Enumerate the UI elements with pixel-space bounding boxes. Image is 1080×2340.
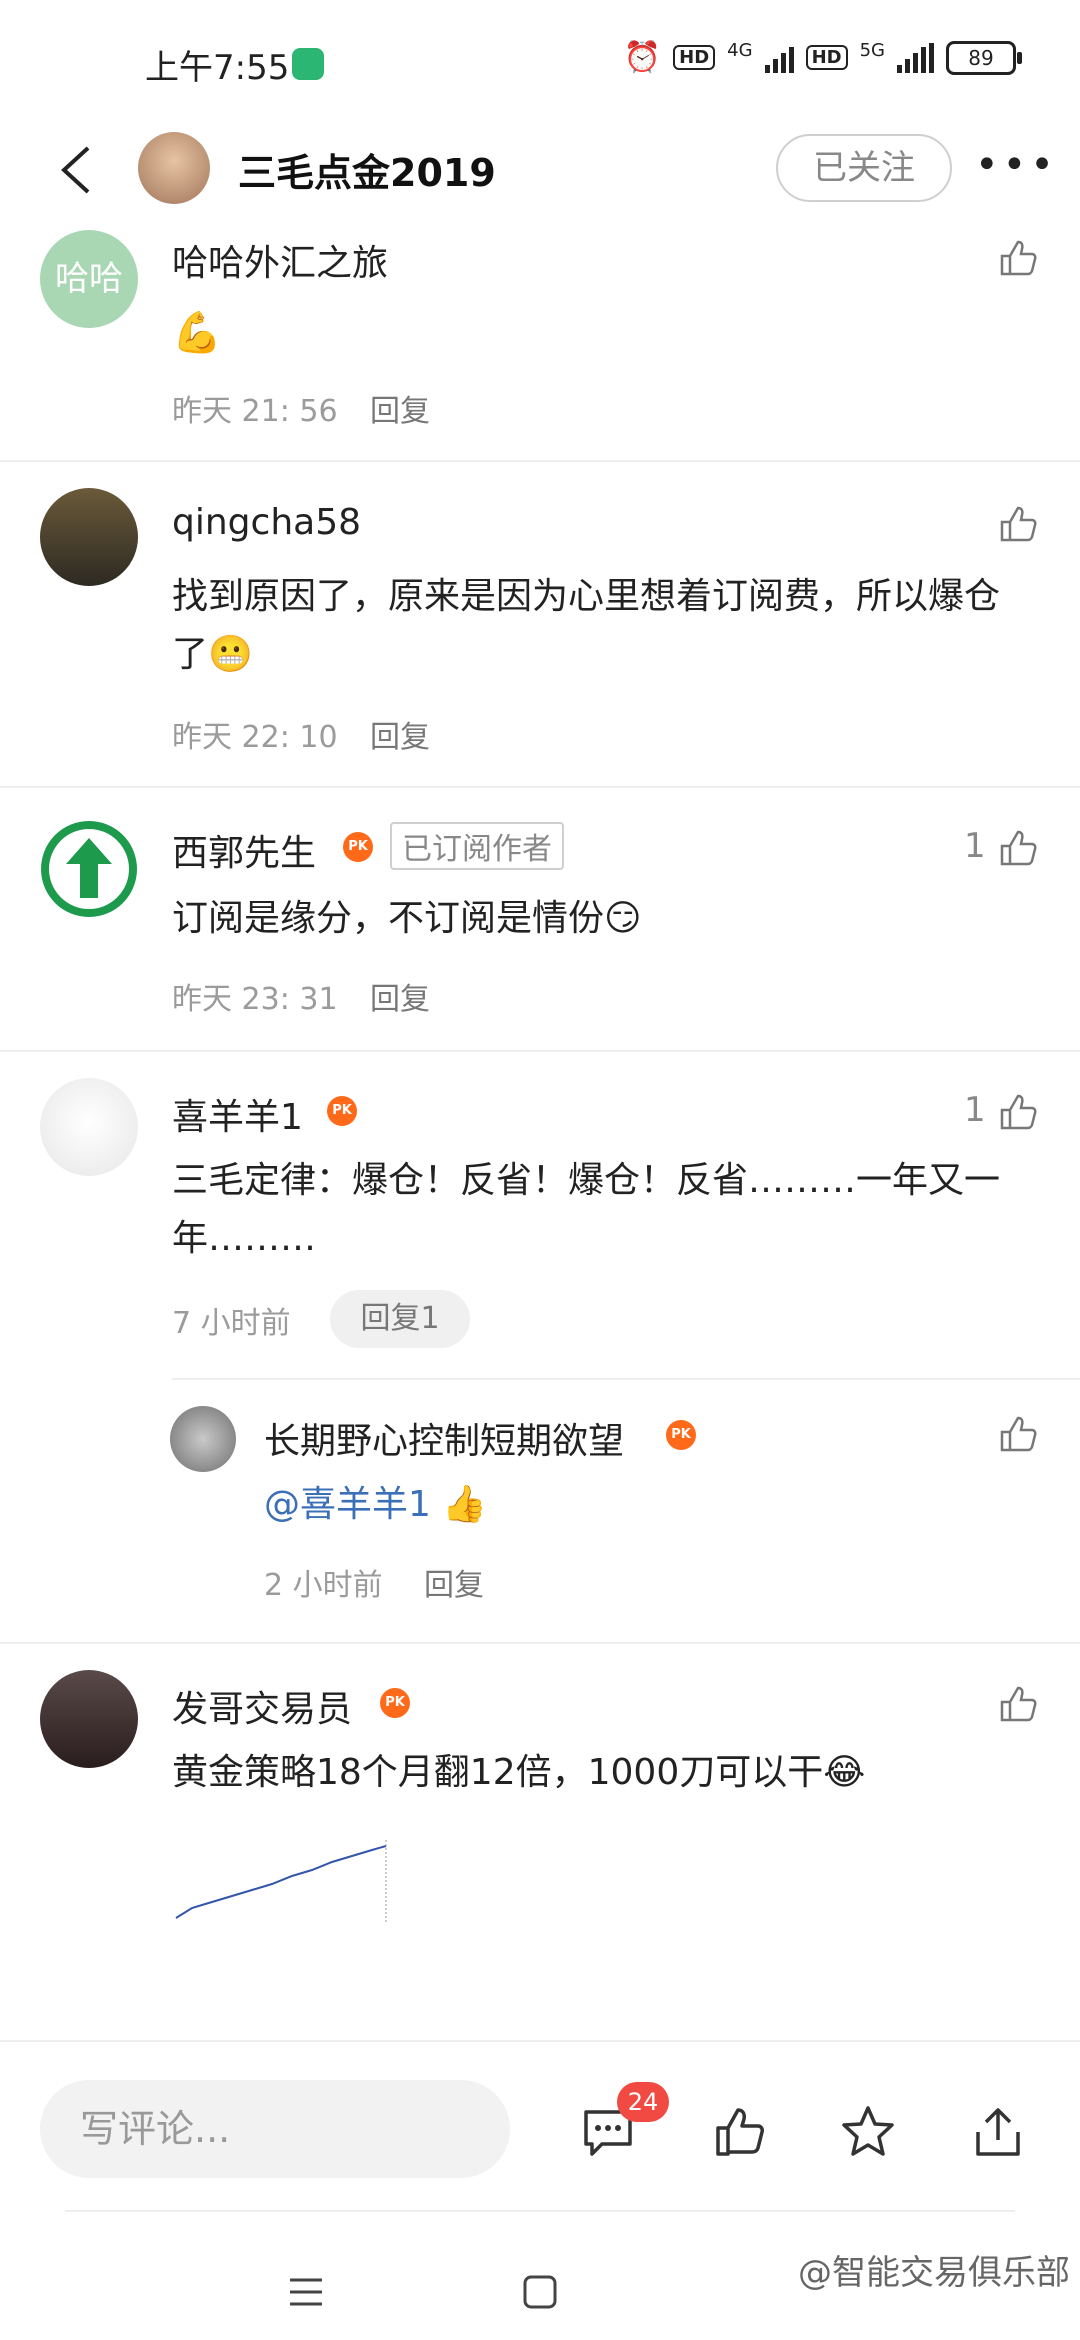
subscriber-badge: 已订阅作者	[390, 822, 564, 870]
net-label-2: 5G	[859, 40, 885, 61]
battery-icon: 89	[946, 40, 1022, 75]
comment-time: 昨天 23: 31	[172, 982, 338, 1017]
comment-item: qingcha58 找到原因了，原来是因为心里想着订阅费，所以爆仓了😬 昨天 2…	[0, 462, 1080, 786]
reply-button[interactable]: 回复	[370, 386, 430, 430]
menu-icon[interactable]	[288, 2274, 324, 2310]
like-count: 1	[964, 1090, 986, 1130]
divider	[65, 2210, 1015, 2212]
comment-text: @喜羊羊1 👍	[264, 1476, 487, 1534]
status-bar: 上午7:55 ⏰ HD 4G HD 5G 89	[0, 0, 1080, 120]
avatar[interactable]	[170, 1406, 236, 1472]
comment-input[interactable]: 写评论...	[40, 2080, 510, 2178]
commenter-name[interactable]: 发哥交易员	[172, 1680, 352, 1732]
battery-level: 89	[968, 45, 994, 70]
page-title: 三毛点金2019	[238, 151, 496, 195]
pk-fire-icon: PK	[343, 832, 373, 862]
star-icon[interactable]	[840, 2104, 896, 2160]
status-icons: ⏰ HD 4G HD 5G 89	[623, 40, 1022, 75]
thumbs-up-icon[interactable]	[712, 2104, 768, 2160]
comment-item: 西郭先生 PK 已订阅作者 1 订阅是缘分，不订阅是情份😏 昨天 23: 31 …	[0, 788, 1080, 1050]
watermark: @智能交易俱乐部	[798, 2253, 1070, 2293]
comment-time: 2 小时前	[264, 1568, 383, 1603]
mention-link[interactable]: @喜羊羊1	[264, 1484, 431, 1525]
thumbs-up-icon[interactable]	[998, 1414, 1038, 1454]
reply-button[interactable]: 回复	[370, 712, 430, 756]
thumbs-up-icon[interactable]	[998, 238, 1038, 278]
commenter-name[interactable]: 西郭先生	[172, 824, 316, 876]
more-icon[interactable]: •••	[975, 142, 1058, 188]
comment-time: 昨天 21: 56	[172, 394, 338, 429]
reply-button[interactable]: 回复1	[330, 1290, 470, 1348]
thumbs-up-icon[interactable]	[998, 1092, 1038, 1132]
comment-emoji: 👍	[442, 1484, 488, 1525]
share-icon[interactable]	[970, 2104, 1026, 2160]
divider	[172, 1378, 1080, 1380]
home-icon[interactable]	[522, 2274, 558, 2310]
thumbs-up-icon[interactable]	[998, 504, 1038, 544]
avatar[interactable]	[40, 1670, 138, 1768]
reply-button[interactable]: 回复	[424, 1560, 484, 1604]
thumbs-up-icon[interactable]	[998, 828, 1038, 868]
follow-button[interactable]: 已关注	[776, 134, 952, 202]
comment-text: 黄金策略18个月翻12倍，1000刀可以干😂	[172, 1752, 866, 1793]
comment-count-badge: 24	[617, 2082, 669, 2122]
hd-icon-2: HD	[805, 45, 848, 70]
comment-item: 发哥交易员 PK 黄金策略18个月翻12倍，1000刀可以干😂	[0, 1644, 1080, 2024]
comment-item: 喜羊羊1 PK 1 三毛定律：爆仓！反省！爆仓！反省………一年又一年……… 7 …	[0, 1052, 1080, 1642]
pk-fire-icon: PK	[666, 1420, 696, 1450]
net-label-1: 4G	[727, 40, 753, 61]
commenter-name[interactable]: qingcha58	[172, 502, 361, 543]
avatar[interactable]	[40, 488, 138, 586]
like-count: 1	[964, 826, 986, 866]
comment-time: 7 小时前	[172, 1306, 291, 1341]
alarm-icon: ⏰	[623, 40, 662, 75]
status-time: 上午7:55	[145, 48, 290, 88]
bottom-bar: 写评论...	[0, 2040, 1080, 2178]
strategy-chart-thumbnail[interactable]	[172, 1826, 392, 1926]
back-arrow-icon[interactable]	[50, 140, 110, 200]
comment-time: 昨天 22: 10	[172, 720, 338, 755]
signal-icon-2	[897, 42, 934, 73]
comment-text: 三毛定律：爆仓！反省！爆仓！反省………一年又一年………	[172, 1160, 1001, 1259]
author-avatar[interactable]	[138, 132, 210, 204]
signal-icon	[764, 43, 794, 73]
avatar[interactable]	[40, 820, 138, 918]
app-notification-icon	[292, 48, 324, 80]
thumbs-up-icon[interactable]	[998, 1684, 1038, 1724]
top-nav: 三毛点金2019 已关注 •••	[0, 120, 1080, 220]
commenter-name[interactable]: 喜羊羊1	[172, 1088, 303, 1140]
commenter-name[interactable]: 哈哈外汇之旅	[172, 234, 388, 286]
pk-fire-icon: PK	[327, 1096, 357, 1126]
commenter-name[interactable]: 长期野心控制短期欲望	[264, 1412, 624, 1464]
comment-text: 💪	[172, 310, 222, 356]
hd-icon: HD	[673, 45, 716, 70]
avatar[interactable]: 哈哈	[40, 230, 138, 328]
reply-button[interactable]: 回复	[370, 974, 430, 1018]
avatar[interactable]	[40, 1078, 138, 1176]
comment-text: 订阅是缘分，不订阅是情份😏	[172, 898, 642, 939]
pk-fire-icon: PK	[380, 1688, 410, 1718]
comment-text: 找到原因了，原来是因为心里想着订阅费，所以爆仓了😬	[172, 576, 1001, 675]
comment-item: 哈哈 哈哈外汇之旅 💪 昨天 21: 56 回复	[0, 220, 1080, 460]
